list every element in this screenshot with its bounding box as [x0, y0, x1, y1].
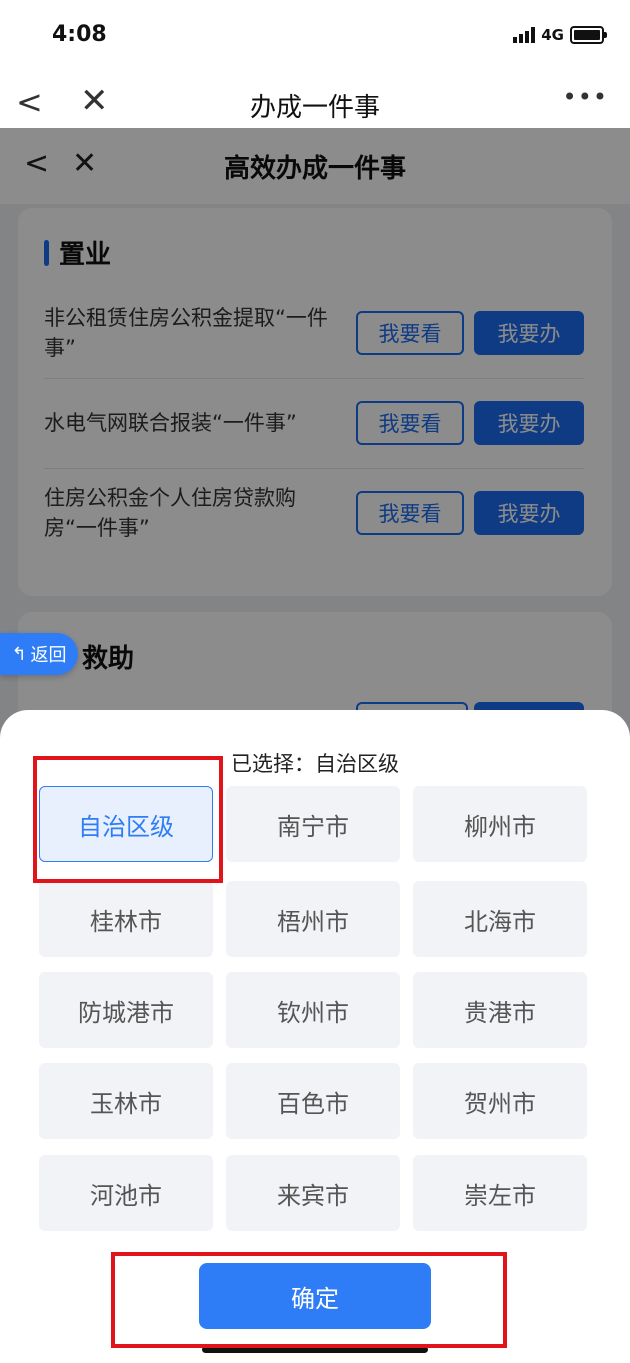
- nav-title: 办成一件事: [249, 93, 380, 123]
- region-option[interactable]: 防城港市: [39, 972, 213, 1048]
- status-time: 4:08: [52, 22, 107, 47]
- region-option[interactable]: 梧州市: [226, 881, 400, 957]
- status-indicators: 4G: [513, 26, 607, 44]
- region-option[interactable]: 桂林市: [39, 881, 213, 957]
- highlight-box-region: [33, 756, 223, 883]
- region-option[interactable]: 南宁市: [226, 786, 400, 862]
- region-option[interactable]: 柳州市: [413, 786, 587, 862]
- region-option[interactable]: 北海市: [413, 881, 587, 957]
- network-type: 4G: [541, 26, 564, 44]
- region-option[interactable]: 玉林市: [39, 1063, 213, 1139]
- region-option[interactable]: 钦州市: [226, 972, 400, 1048]
- signal-icon: [513, 27, 536, 43]
- region-option[interactable]: 来宾市: [226, 1155, 400, 1231]
- return-arrow-icon: ↰: [11, 643, 27, 665]
- highlight-box-confirm: [111, 1252, 507, 1348]
- floating-back-button[interactable]: ↰ 返回: [0, 633, 78, 675]
- region-option[interactable]: 贺州市: [413, 1063, 587, 1139]
- region-option[interactable]: 河池市: [39, 1155, 213, 1231]
- region-option[interactable]: 贵港市: [413, 972, 587, 1048]
- region-option[interactable]: 百色市: [226, 1063, 400, 1139]
- floating-back-label: 返回: [30, 645, 67, 666]
- status-bar: 4:08 4G: [0, 0, 630, 75]
- nav-bar: < ✕ 办成一件事 •••: [0, 75, 630, 128]
- battery-icon: [570, 26, 607, 44]
- region-option[interactable]: 崇左市: [413, 1155, 587, 1231]
- more-button[interactable]: •••: [563, 83, 608, 111]
